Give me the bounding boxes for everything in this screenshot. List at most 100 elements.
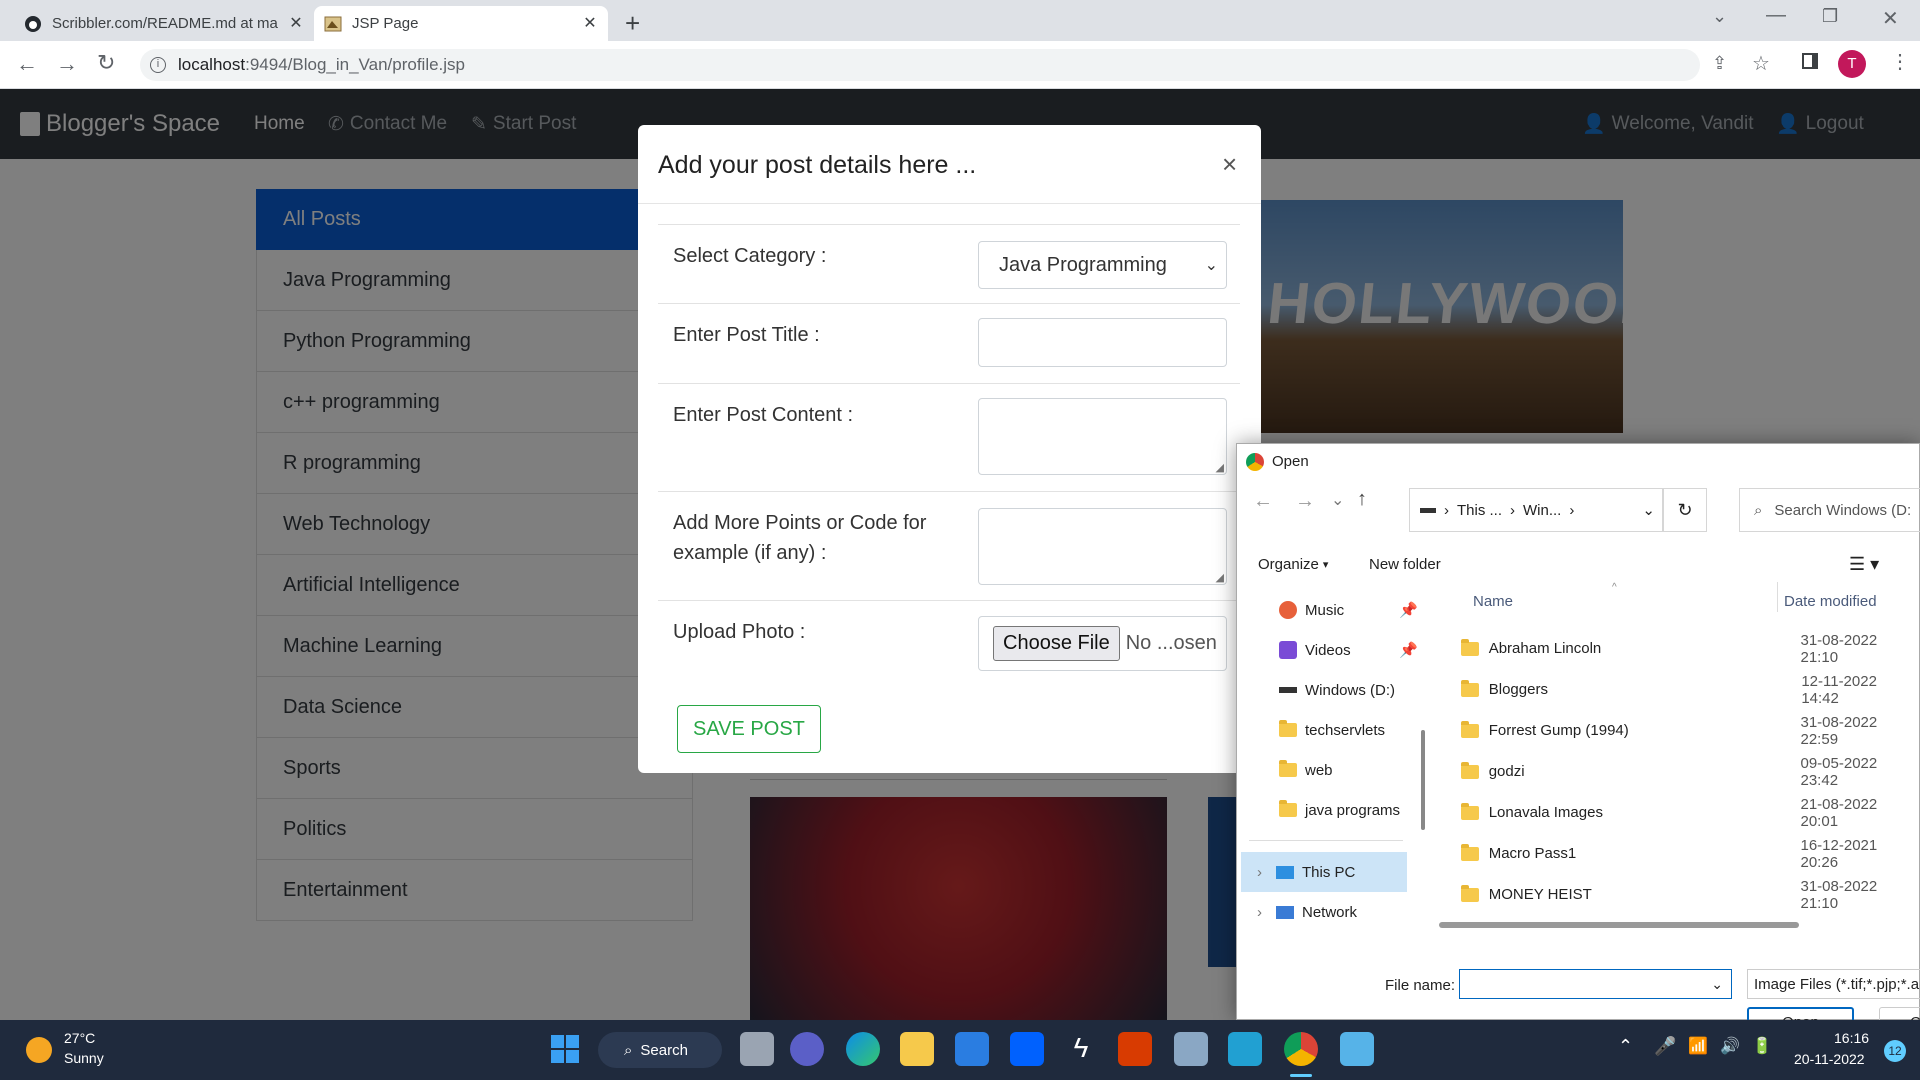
file-row[interactable]: Lonavala Images 21-08-2022 20:01 <box>1437 792 1917 833</box>
wifi-icon[interactable]: 📶 <box>1688 1036 1708 1056</box>
file-type-select[interactable]: Image Files (*.tif;*.pjp;*.ap <box>1747 969 1920 999</box>
bookmark-star-icon[interactable]: ☆ <box>1752 51 1770 76</box>
post-title-input[interactable] <box>978 318 1227 367</box>
edge-icon[interactable] <box>846 1032 880 1066</box>
file-row[interactable]: Macro Pass1 16-12-2021 20:26 <box>1437 833 1917 874</box>
choose-file-button[interactable]: Choose File <box>993 626 1120 661</box>
breadcrumb-windows[interactable]: Win... <box>1523 502 1561 519</box>
tab-title: Scribbler.com/README.md at ma <box>52 15 278 32</box>
up-folder-icon[interactable]: ↑ <box>1357 488 1367 511</box>
start-icon[interactable] <box>548 1032 582 1066</box>
search-box[interactable]: ⌕ Search Windows (D: <box>1739 488 1920 532</box>
volume-icon[interactable]: 🔊 <box>1720 1036 1740 1056</box>
tab-close-icon[interactable]: ✕ <box>288 15 304 32</box>
taskbar-search-label: Search <box>640 1041 688 1059</box>
new-tab-button[interactable]: + <box>625 8 640 39</box>
folder-icon <box>1279 800 1297 817</box>
dialog-back-icon[interactable]: ← <box>1253 490 1273 513</box>
window-close-button[interactable]: ✕ <box>1882 6 1899 31</box>
tree-divider <box>1249 840 1403 841</box>
notepad-icon[interactable] <box>1228 1032 1262 1066</box>
file-date: 31-08-2022 21:10 <box>1800 877 1878 912</box>
modal-close-button[interactable]: × <box>1222 149 1237 180</box>
file-name: Abraham Lincoln <box>1488 640 1602 657</box>
weather-sun-icon[interactable] <box>26 1037 52 1063</box>
column-date-header[interactable]: Date modified <box>1784 593 1877 610</box>
taskbar-search[interactable]: ⌕ Search <box>598 1032 722 1068</box>
file-row[interactable]: Forrest Gump (1994) 31-08-2022 22:59 <box>1437 710 1917 751</box>
profile-avatar[interactable]: T <box>1838 50 1866 78</box>
dialog-forward-icon[interactable]: → <box>1295 490 1315 513</box>
url-path: :9494/Blog_in_Van/profile.jsp <box>245 55 466 74</box>
tree-item-techservlets[interactable]: techservlets <box>1279 710 1385 750</box>
battery-icon[interactable]: 🔋 <box>1752 1036 1772 1056</box>
tree-item-web[interactable]: web <box>1279 750 1333 790</box>
tray-chevron-up-icon[interactable]: ⌃ <box>1618 1036 1633 1057</box>
tree-item-this-pc[interactable]: › This PC <box>1241 852 1407 892</box>
tree-item-music[interactable]: Music 📌 <box>1279 590 1418 630</box>
column-name-header[interactable]: Name <box>1473 593 1513 610</box>
file-row[interactable]: MONEY HEIST 31-08-2022 21:10 <box>1437 874 1917 915</box>
app-lightning-icon[interactable]: ϟ <box>1064 1032 1098 1066</box>
chrome-taskbar-icon[interactable] <box>1284 1032 1318 1066</box>
address-breadcrumb[interactable]: › This ... › Win... › ⌄ <box>1409 488 1663 532</box>
post-content-textarea[interactable]: ◢ <box>978 398 1227 475</box>
save-post-button[interactable]: SAVE POST <box>677 705 821 753</box>
tree-item-network[interactable]: › Network <box>1257 892 1357 932</box>
microphone-icon[interactable]: 🎤 <box>1654 1036 1676 1057</box>
browser-menu-icon[interactable]: ⋮ <box>1890 49 1910 74</box>
nav-pane-scrollbar[interactable] <box>1421 730 1425 830</box>
tree-item-java-programs[interactable]: java programs <box>1279 790 1400 830</box>
search-icon: ⌕ <box>624 1041 633 1059</box>
tree-item-windows-d[interactable]: Windows (D:) <box>1279 670 1395 710</box>
file-row[interactable]: godzi 09-05-2022 23:42 <box>1437 751 1917 792</box>
refresh-icon[interactable]: ↻ <box>1663 488 1707 532</box>
share-icon[interactable]: ⇪ <box>1712 53 1727 74</box>
teams-chat-icon[interactable] <box>790 1032 824 1066</box>
weather-temp[interactable]: 27°C <box>64 1030 95 1046</box>
address-bar[interactable]: i localhost:9494/Blog_in_Van/profile.jsp <box>140 49 1700 81</box>
dropbox-icon[interactable] <box>1010 1032 1044 1066</box>
office-icon[interactable] <box>1118 1032 1152 1066</box>
task-view-icon[interactable] <box>740 1032 774 1066</box>
organize-menu[interactable]: Organize ▾ <box>1258 556 1328 573</box>
notification-badge[interactable]: 12 <box>1884 1040 1906 1062</box>
file-name-input[interactable]: ⌄ <box>1459 969 1732 999</box>
file-list-scrollbar[interactable] <box>1439 922 1799 928</box>
active-app-indicator <box>1290 1074 1312 1077</box>
photos-icon[interactable] <box>1174 1032 1208 1066</box>
maximize-button[interactable]: ❐ <box>1822 6 1838 27</box>
file-name: godzi <box>1488 763 1525 780</box>
file-upload-input[interactable]: Choose File No ...osen <box>978 616 1227 671</box>
file-row[interactable]: Abraham Lincoln 31-08-2022 21:10 <box>1437 628 1917 669</box>
tree-item-videos[interactable]: Videos 📌 <box>1279 630 1418 670</box>
view-options-icon[interactable]: ☰ ▾ <box>1849 554 1879 575</box>
recent-locations-icon[interactable]: ⌄ <box>1331 490 1344 510</box>
breadcrumb-dropdown-icon[interactable]: ⌄ <box>1642 501 1655 519</box>
points-textarea[interactable]: ◢ <box>978 508 1227 585</box>
url-host: localhost <box>178 55 246 74</box>
file-explorer-icon[interactable] <box>900 1032 934 1066</box>
clock-time[interactable]: 16:16 <box>1834 1030 1869 1046</box>
chevron-right-icon: › <box>1257 863 1262 881</box>
reload-icon[interactable]: ↻ <box>97 50 115 76</box>
weather-condition[interactable]: Sunny <box>64 1050 104 1066</box>
tab-search-icon[interactable]: ⌄ <box>1712 6 1727 27</box>
category-select[interactable]: Java Programming ⌄ <box>978 241 1227 289</box>
tab-close-icon[interactable]: ✕ <box>582 15 598 32</box>
resize-handle-icon[interactable]: ◢ <box>1216 571 1224 584</box>
tab-jsp-page[interactable]: JSP Page ✕ <box>314 6 608 41</box>
file-row[interactable]: Bloggers 12-11-2022 14:42 <box>1437 669 1917 710</box>
clock-date[interactable]: 20-11-2022 <box>1794 1051 1865 1067</box>
file-name: Macro Pass1 <box>1488 845 1577 862</box>
breadcrumb-this-pc[interactable]: This ... <box>1457 502 1502 519</box>
new-folder-button[interactable]: New folder <box>1369 556 1441 573</box>
side-panel-icon[interactable] <box>1802 53 1818 69</box>
tab-scribbler[interactable]: Scribbler.com/README.md at ma ✕ <box>14 6 314 41</box>
forward-arrow-icon[interactable]: → <box>56 51 78 77</box>
mail-icon[interactable] <box>955 1032 989 1066</box>
resize-handle-icon[interactable]: ◢ <box>1216 461 1224 474</box>
minimize-button[interactable]: — <box>1766 4 1786 27</box>
vpn-shield-icon[interactable] <box>1340 1032 1374 1066</box>
back-arrow-icon[interactable]: ← <box>16 51 38 77</box>
